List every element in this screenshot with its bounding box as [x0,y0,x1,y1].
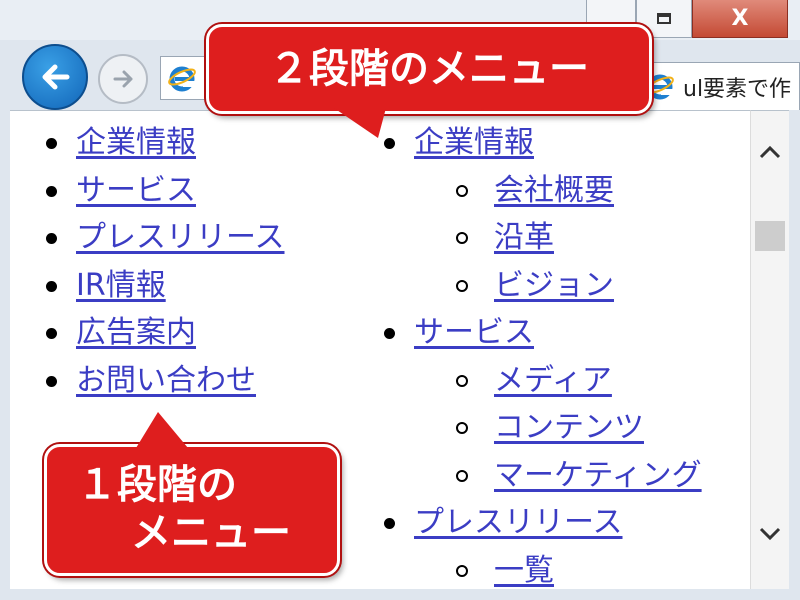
list-item: ビジョン [380,262,702,310]
back-arrow-icon [42,64,70,90]
list-item: 企業情報 [380,119,702,167]
bullet-circle-icon [456,422,468,434]
submenu-link-marketing[interactable]: マーケティング [494,458,702,493]
submenu: メディア コンテンツ マーケティング [380,357,702,500]
bullet-disc-icon [46,328,57,339]
submenu-link-overview[interactable]: 会社概要 [494,173,614,208]
menu-link-service[interactable]: サービス [76,173,196,208]
menu-right: 企業情報 会社概要 沿革 ビジョン サービス メディア コンテンツ マーケティン… [380,119,702,589]
chevron-down-icon [759,527,781,541]
menu-link-company[interactable]: 企業情報 [76,125,196,160]
forward-arrow-icon [113,70,133,88]
scroll-down-button[interactable] [755,519,785,549]
list-item: プレスリリース [42,214,285,262]
list-item: 会社概要 [380,167,702,215]
browser-tab[interactable]: ul要素で作 [636,62,800,110]
ie-logo-icon [168,66,196,92]
menu-link-press[interactable]: プレスリリース [76,220,285,255]
menu-link-service[interactable]: サービス [414,315,534,350]
restore-icon [657,13,671,24]
scroll-thumb[interactable] [755,221,785,251]
menu-link-press[interactable]: プレスリリース [414,505,623,540]
bullet-circle-icon [456,184,468,197]
menu-link-company[interactable]: 企業情報 [414,125,534,160]
callout-pointer-bottom [136,412,188,448]
bullet-disc-icon [46,233,57,244]
close-icon: X [731,6,749,31]
chevron-up-icon [759,145,781,159]
list-item: プレスリリース [380,499,702,547]
callout-pointer-top [334,108,386,138]
vertical-scrollbar[interactable] [750,110,789,589]
bullet-disc-icon [46,138,57,149]
bullet-circle-icon [456,279,468,292]
menu-link-ads[interactable]: 広告案内 [76,315,196,350]
tab-label: ul要素で作 [683,77,792,102]
submenu-link-list[interactable]: 一覧 [494,553,554,588]
list-item: マーケティング [380,452,702,500]
callout-text: ２段階のメニュー [269,46,589,92]
bullet-disc-icon [46,185,57,197]
bullet-circle-icon [456,374,468,387]
list-item: 一覧 [380,547,702,590]
bullet-circle-icon [456,232,468,244]
list-item: コンテンツ [380,404,702,452]
bullet-disc-icon [46,375,57,387]
callout-two-level-menu: ２段階のメニュー [206,24,652,114]
submenu-link-contents[interactable]: コンテンツ [494,410,644,445]
callout-one-level-menu: １段階の メニュー [44,444,340,576]
list-item: サービス [380,309,702,357]
submenu: 会社概要 沿革 ビジョン [380,167,702,310]
close-button[interactable]: X [692,0,788,38]
submenu: 一覧 [380,547,702,590]
submenu-link-media[interactable]: メディア [494,363,612,398]
back-button[interactable] [22,44,88,110]
menu-link-ir[interactable]: IR情報 [76,268,166,303]
list-item: 広告案内 [42,309,285,357]
browser-window: X L [0,0,800,600]
bullet-circle-icon [456,564,468,577]
list-item: サービス [42,167,285,215]
menu-left: 企業情報 サービス プレスリリース IR情報 広告案内 お問い合わせ [42,119,285,404]
scroll-up-button[interactable] [755,137,785,167]
bullet-disc-icon [46,280,57,292]
bullet-disc-icon [384,518,395,529]
submenu-link-vision[interactable]: ビジョン [494,268,614,303]
menu-link-contact[interactable]: お問い合わせ [76,363,256,398]
list-item: メディア [380,357,702,405]
list-item: 企業情報 [42,119,285,167]
forward-button[interactable] [98,54,148,104]
list-item: 沿革 [380,214,702,262]
submenu-link-history[interactable]: 沿革 [494,220,554,255]
callout-text-line2: メニュー [131,510,291,556]
bullet-disc-icon [384,328,395,339]
callout-text-line1: １段階の [77,462,237,508]
bullet-circle-icon [456,469,468,482]
list-item: IR情報 [42,262,285,310]
list-item: お問い合わせ [42,357,285,405]
